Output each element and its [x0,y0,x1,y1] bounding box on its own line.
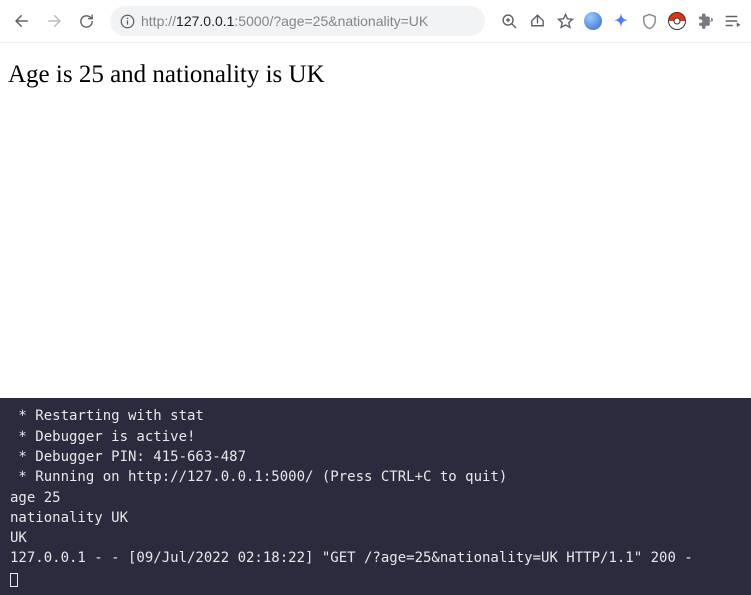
extension-shield-icon[interactable] [639,11,659,31]
extension-pokeball-icon[interactable] [667,11,687,31]
share-icon[interactable] [527,11,547,31]
forward-button[interactable] [40,7,68,35]
arrow-left-icon [13,12,31,30]
page-heading: Age is 25 and nationality is UK [8,61,743,89]
site-info-icon[interactable] [120,14,135,29]
arrow-right-icon [45,12,63,30]
back-button[interactable] [8,7,36,35]
bookmark-star-icon[interactable] [555,11,575,31]
extension-globe-icon[interactable] [583,11,603,31]
terminal-panel[interactable]: * Restarting with stat * Debugger is act… [0,398,751,595]
zoom-icon[interactable] [499,11,519,31]
playlist-icon[interactable] [723,11,743,31]
url-text: http://127.0.0.1:5000/?age=25&nationalit… [141,13,475,29]
browser-toolbar: http://127.0.0.1:5000/?age=25&nationalit… [0,0,751,43]
reload-button[interactable] [72,7,100,35]
reload-icon [78,13,95,30]
address-bar[interactable]: http://127.0.0.1:5000/?age=25&nationalit… [110,6,485,36]
extensions-puzzle-icon[interactable] [695,11,715,31]
page-body: Age is 25 and nationality is UK [0,43,751,398]
extension-wave-icon[interactable]: ✦ [611,11,631,31]
toolbar-actions: ✦ [495,11,743,31]
terminal-output: * Restarting with stat * Debugger is act… [10,406,741,568]
terminal-cursor [10,573,18,587]
